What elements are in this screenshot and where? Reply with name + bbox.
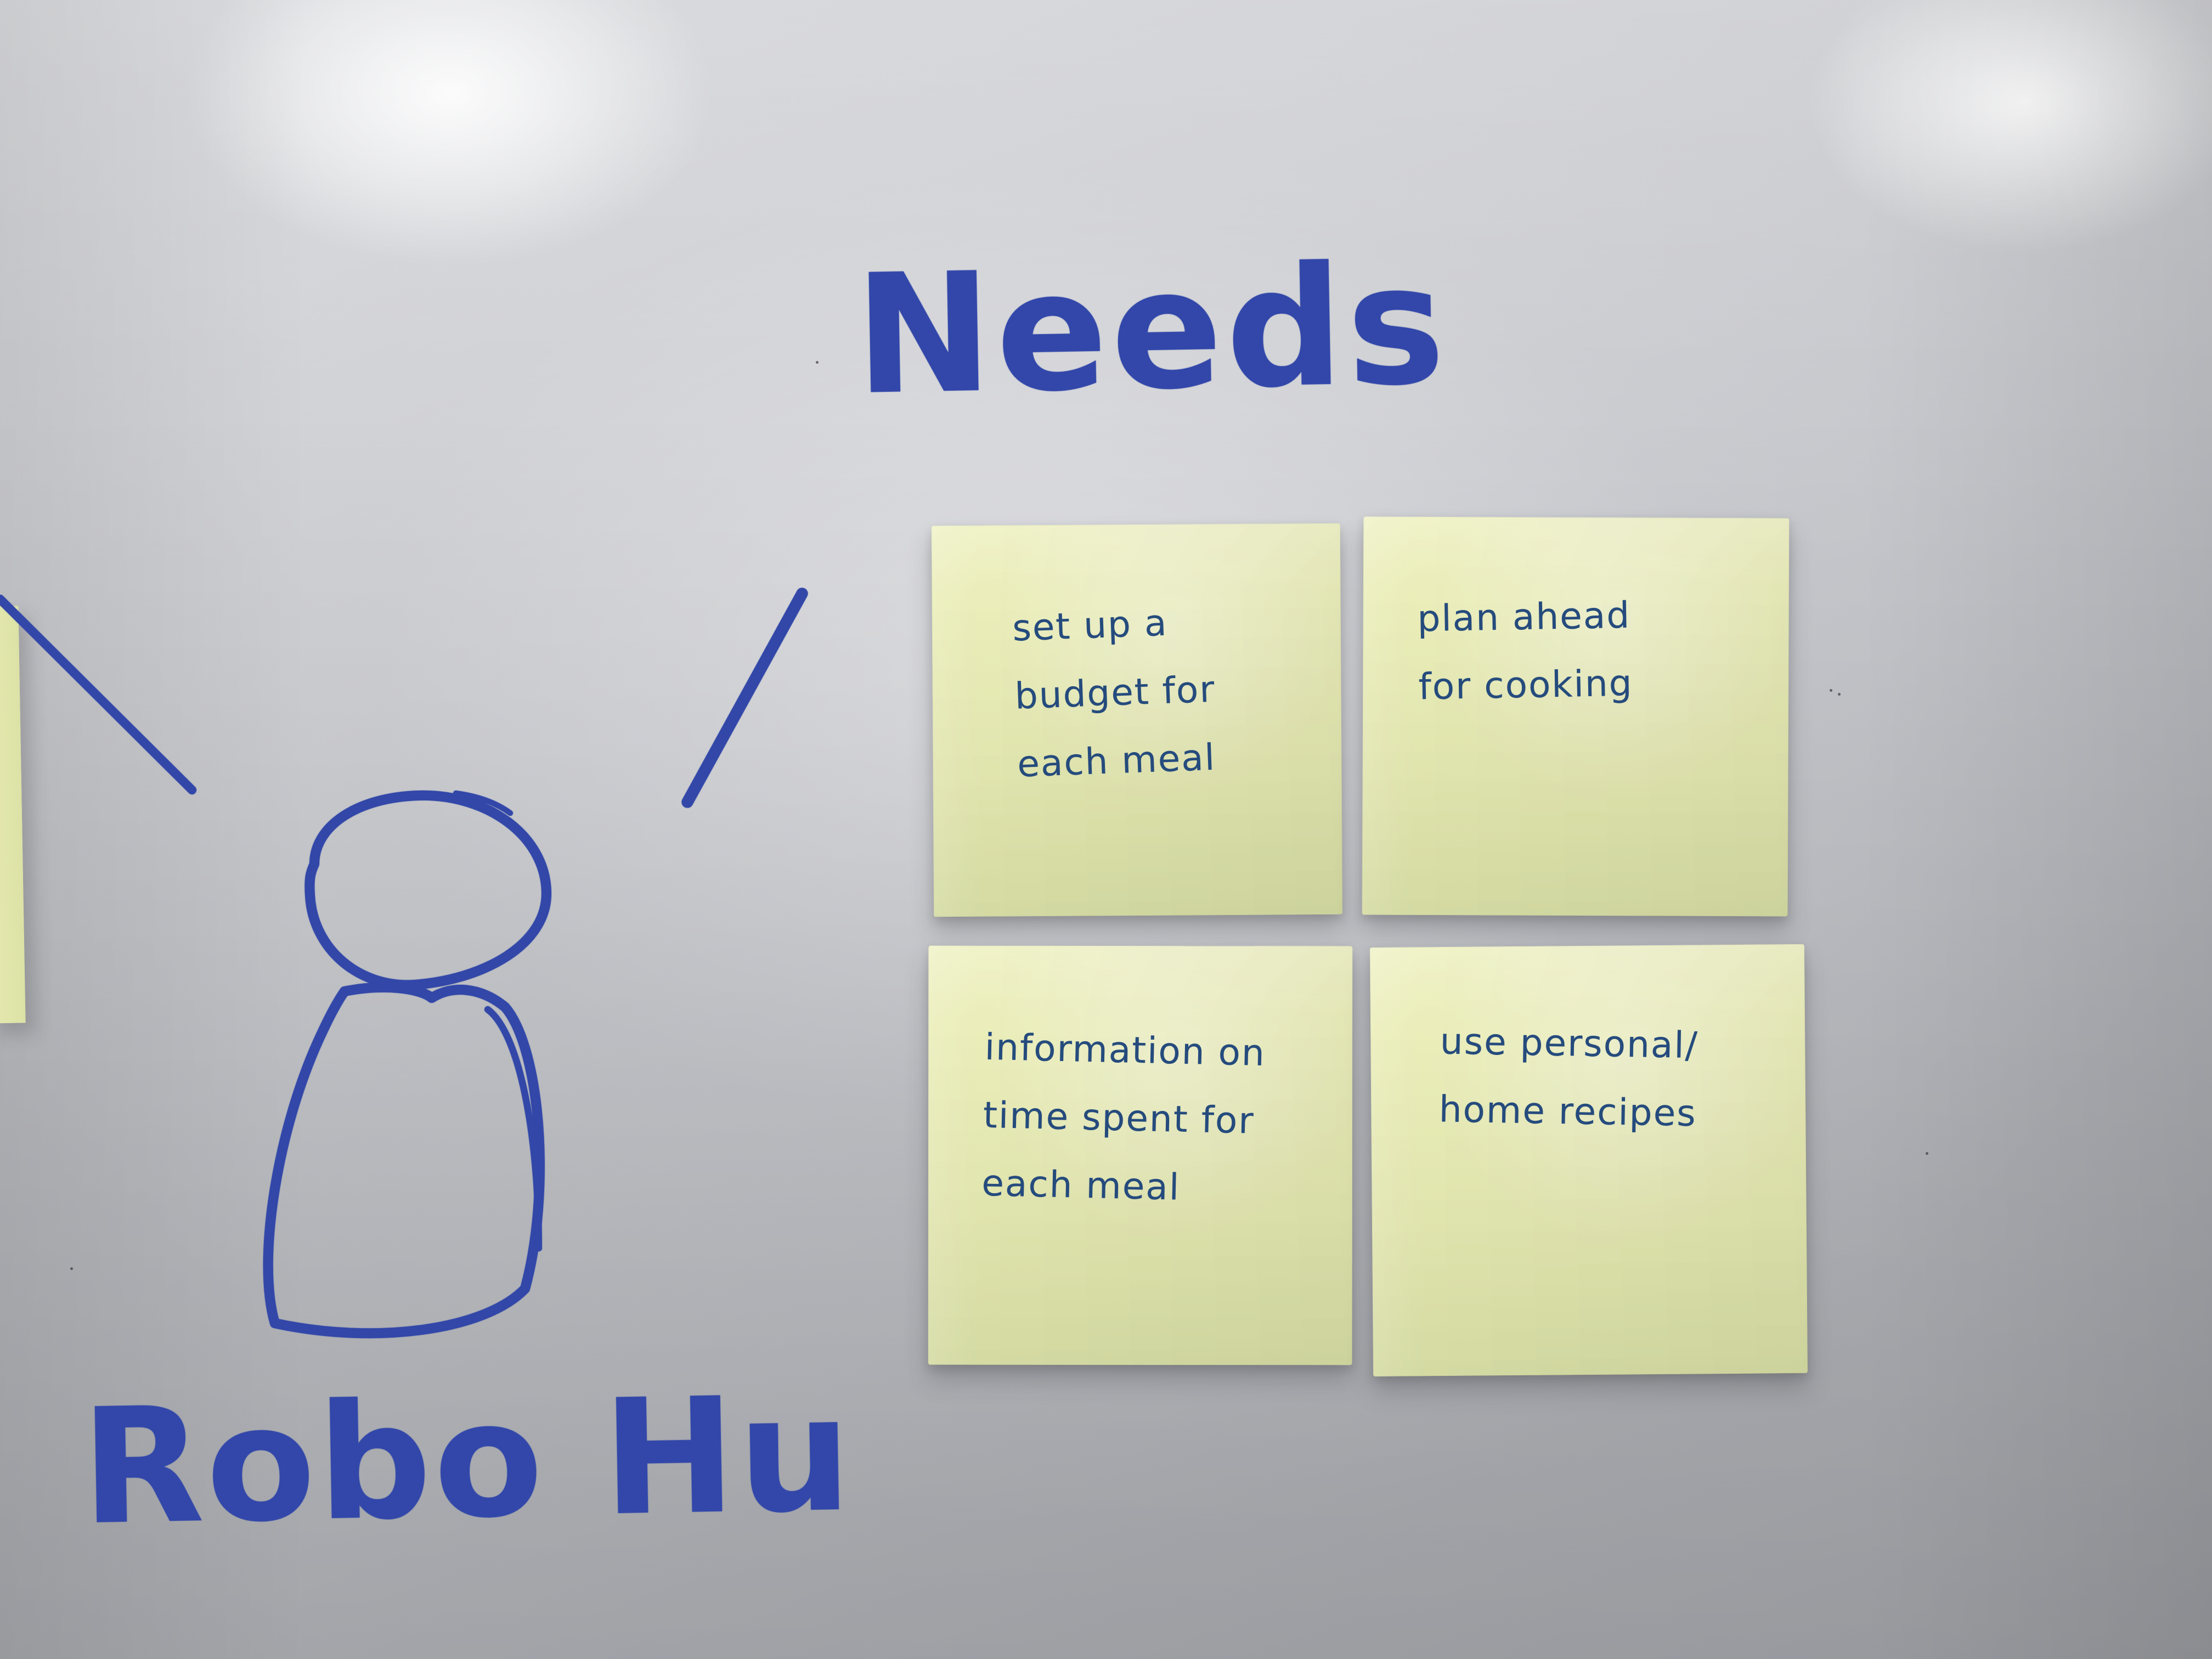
persona-name: Robo Hu xyxy=(80,1362,855,1560)
sticky-note-recipes: use personal/ home recipes xyxy=(1369,944,1808,1377)
sticky-note-time-spent: information on time spent for each meal xyxy=(928,945,1353,1365)
right-diagonal-stroke xyxy=(681,588,808,808)
sticky-note-plan-ahead-text: plan ahead for cooking xyxy=(1417,594,1634,708)
sticky-note-time-spent-text: information on time spent for each meal xyxy=(981,1025,1266,1209)
whiteboard-speck xyxy=(816,361,819,364)
whiteboard-speck xyxy=(1926,1152,1928,1155)
person-head-outline xyxy=(304,790,552,990)
needs-heading: Needs xyxy=(853,229,1449,431)
left-diagonal-stroke xyxy=(0,595,196,794)
whiteboard-speck xyxy=(70,1267,73,1270)
sticky-note-recipes-text: use personal/ home recipes xyxy=(1438,1020,1699,1135)
whiteboard-speck xyxy=(1838,693,1841,696)
sticky-note-budget-text: set up a budget for each meal xyxy=(1012,601,1217,786)
whiteboard-photo: Needs Robo Hu set up a budget for each m… xyxy=(0,0,2212,1659)
whiteboard-speck xyxy=(1830,689,1832,692)
sticky-note-budget: set up a budget for each meal xyxy=(931,523,1343,917)
person-body-outline xyxy=(263,982,545,1339)
person-shading-stroke xyxy=(484,1006,542,1251)
sticky-note-plan-ahead: plan ahead for cooking xyxy=(1362,516,1790,917)
